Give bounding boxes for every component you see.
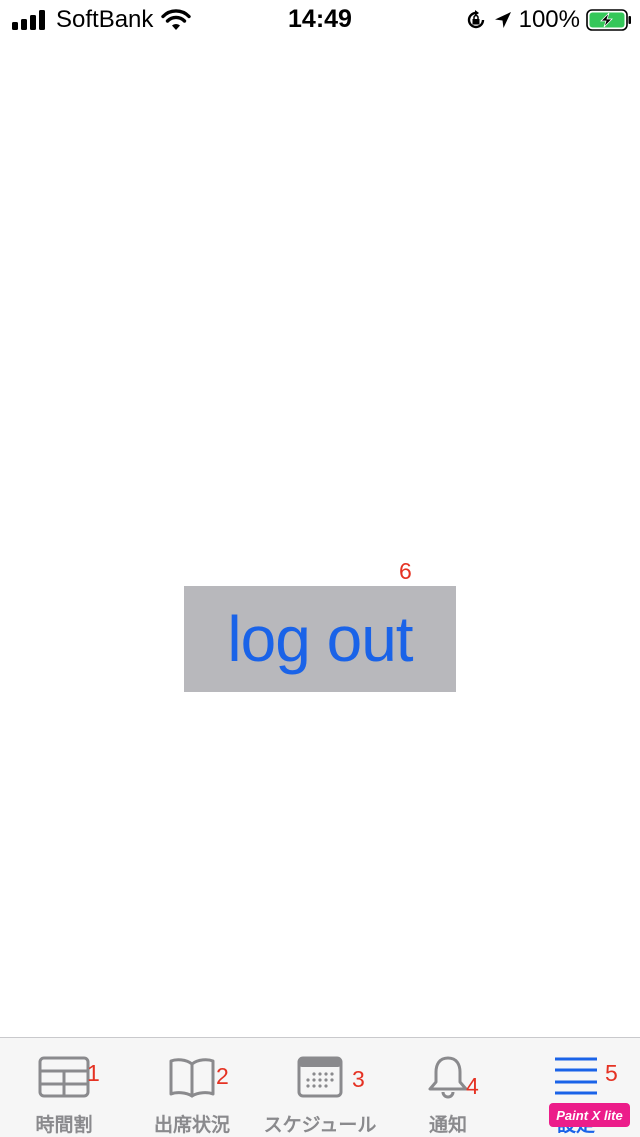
tab-label: 時間割: [35, 1115, 93, 1136]
rotation-lock-icon: [467, 10, 484, 29]
tab-label: 出席状況: [153, 1115, 230, 1136]
tab-notifications[interactable]: 4 通知: [384, 1038, 512, 1137]
battery-charging-icon: [586, 9, 631, 31]
book-icon: [169, 1058, 215, 1098]
logout-button[interactable]: log out: [184, 586, 456, 692]
tab-timetable[interactable]: 1 時間割: [0, 1038, 128, 1137]
status-bar: SoftBank 14:49 100%: [0, 0, 640, 40]
menu-lines-icon: [555, 1057, 597, 1095]
tab-label: 通知: [428, 1115, 467, 1136]
tab-attendance[interactable]: 2 出席状況: [128, 1038, 256, 1137]
grid-icon: [38, 1056, 90, 1098]
status-right: 100%: [459, 6, 632, 34]
annotation-number-2: 2: [216, 1063, 229, 1089]
annotation-number-4: 4: [466, 1073, 479, 1099]
tab-bar: 1 時間割 2 出席状況 3 スケジュール 4 通知 5: [0, 1037, 640, 1137]
annotation-number-6: 6: [399, 558, 412, 584]
tab-schedule[interactable]: 3 スケジュール: [256, 1038, 384, 1137]
tab-label: スケジュール: [263, 1115, 377, 1136]
battery-percent: 100%: [518, 6, 580, 33]
paint-x-lite-watermark: Paint X lite: [549, 1103, 630, 1127]
location-arrow-icon: [494, 12, 511, 28]
bell-icon: [428, 1056, 468, 1099]
annotation-number-5: 5: [605, 1060, 618, 1086]
annotation-number-3: 3: [352, 1066, 365, 1092]
calendar-icon: [297, 1056, 343, 1098]
annotation-number-1: 1: [87, 1060, 100, 1086]
